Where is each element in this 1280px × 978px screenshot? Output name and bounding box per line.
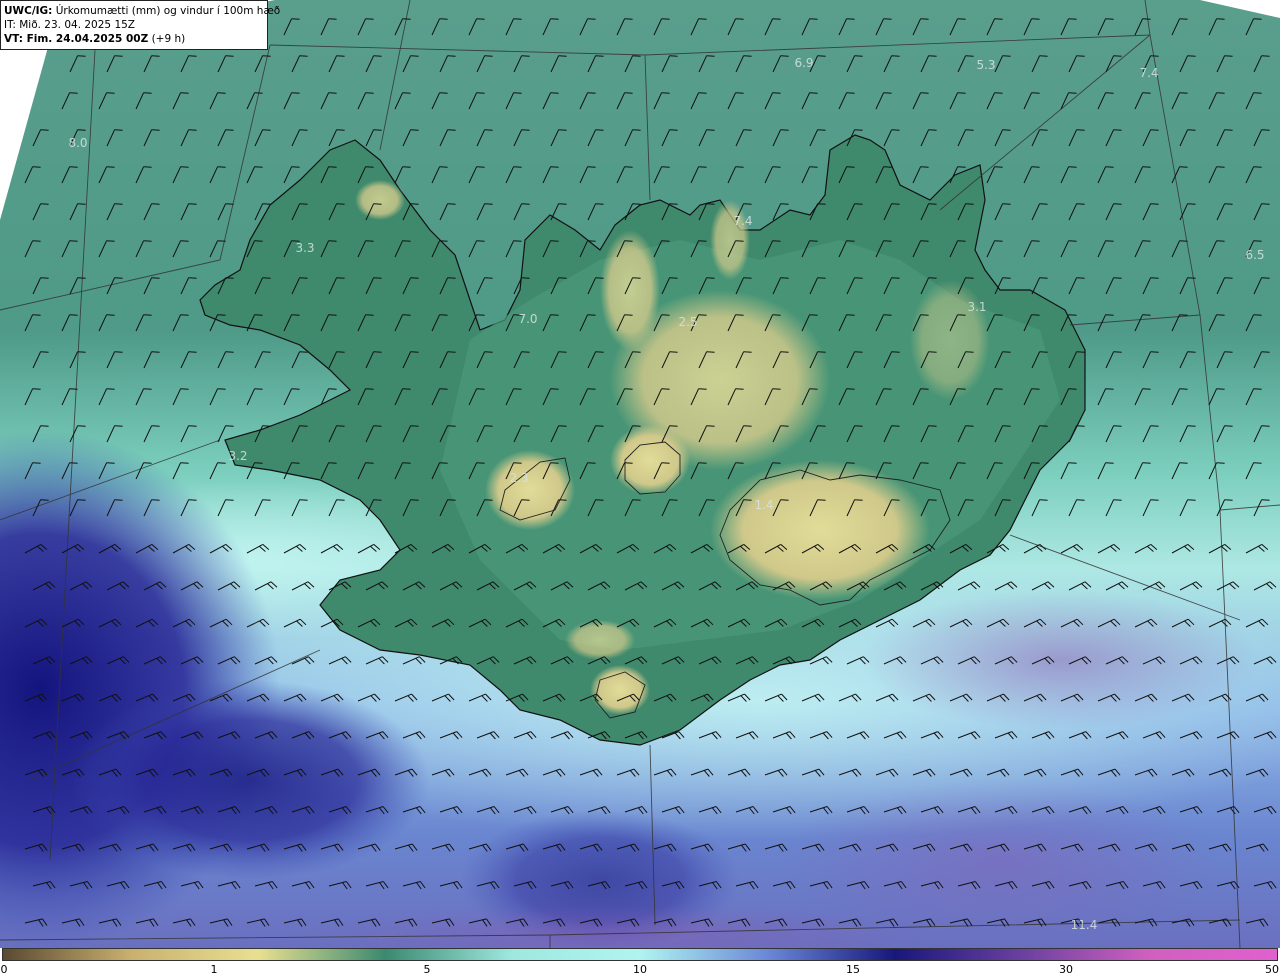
station-value: 5.3	[976, 58, 996, 72]
issue-time: IT: Mið. 23. 04. 2025 15Z	[4, 19, 135, 31]
station-value: 7.4	[733, 214, 753, 228]
color-legend-strip	[2, 948, 1278, 961]
station-value: 3.1	[967, 300, 987, 314]
station-value: 6.9	[794, 56, 814, 70]
valid-time-row: VT: Fim. 24.04.2025 00Z (+9 h)	[4, 32, 264, 46]
station-value: 2.5	[678, 315, 698, 329]
legend-tick-label: 30	[1059, 963, 1073, 976]
legend-tick-label: 50	[1265, 963, 1279, 976]
legend-tick-label: 10	[633, 963, 647, 976]
station-value: 1.4	[754, 498, 774, 512]
valid-time: VT: Fim. 24.04.2025 00Z	[4, 33, 149, 45]
legend-tick-label: 0	[0, 963, 8, 976]
map-canvas	[0, 0, 1280, 948]
lead-time: (+9 h)	[151, 33, 186, 45]
station-value: 7.0	[518, 312, 538, 326]
forecast-map: 8.0 3.3 6.9 5.3 7.4 6.5 7.4 7.0 2.5 3.1 …	[0, 0, 1280, 948]
station-value: 6.5	[1245, 248, 1265, 262]
station-value: 3.2	[228, 449, 248, 463]
legend-tick-label: 15	[846, 963, 860, 976]
model-name: UWC/IG:	[4, 5, 53, 17]
color-legend: 0 1 5 10 15 30 50	[0, 948, 1280, 978]
station-value: 11.4	[1070, 918, 1098, 932]
station-value: 8.0	[68, 136, 88, 150]
product-title: Úrkomumætti (mm) og vindur í 100m hæð	[55, 5, 281, 17]
station-value: 3.3	[295, 241, 315, 255]
station-value: 2.3	[509, 471, 529, 485]
forecast-info-box: UWC/IG: Úrkomumætti (mm) og vindur í 100…	[0, 0, 280, 50]
station-value: 7.4	[1139, 66, 1159, 80]
legend-tick-label: 5	[423, 963, 431, 976]
title-row: UWC/IG: Úrkomumætti (mm) og vindur í 100…	[4, 4, 280, 18]
legend-tick-label: 1	[210, 963, 218, 976]
